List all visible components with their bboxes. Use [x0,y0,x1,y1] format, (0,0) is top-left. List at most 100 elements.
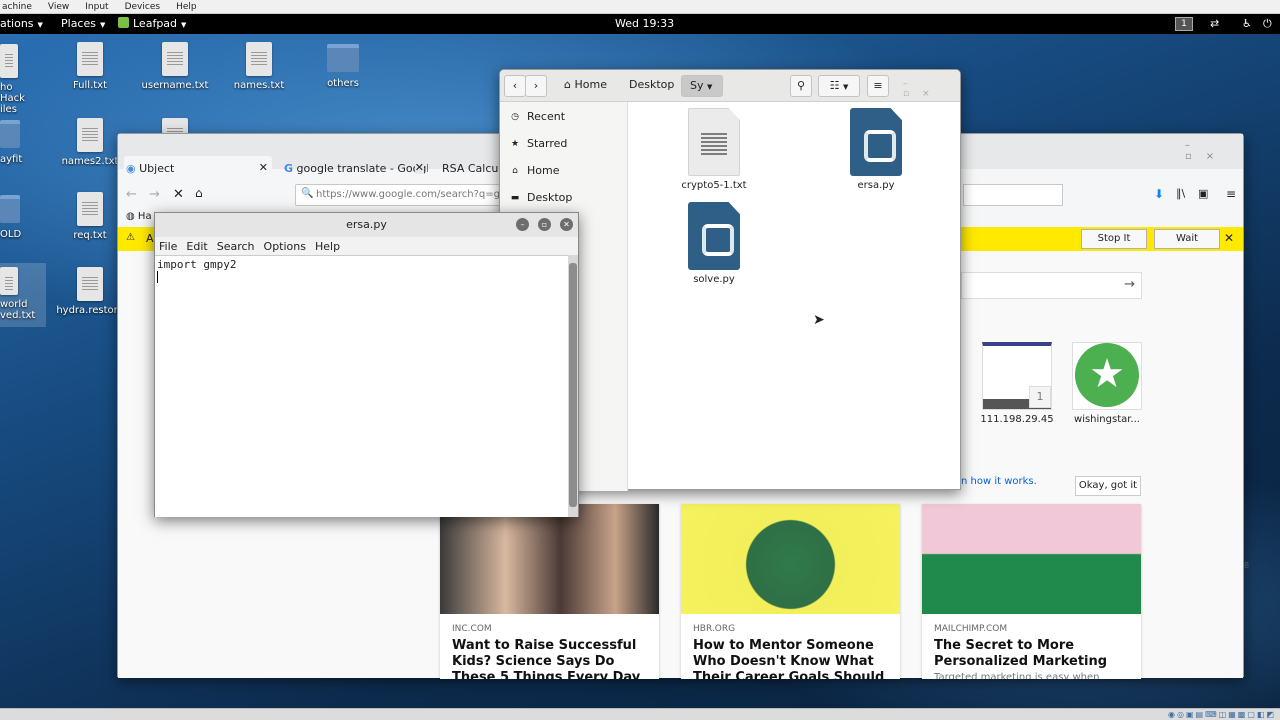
search-icon: 🔍 [301,188,314,199]
top-site-tile-ip[interactable]: 1 [982,342,1052,410]
desktop-icon-old[interactable]: OLD [0,195,40,240]
tab-google-translate[interactable]: G google translate - Google ✕ [282,156,428,180]
tab-ubject[interactable]: ◉ Ubject ✕ [124,156,272,180]
path-desktop-button[interactable]: Desktop [629,78,674,91]
search-bar[interactable] [963,184,1063,206]
close-infobar-icon[interactable]: ✕ [1224,231,1234,245]
view-options-button[interactable]: ☷ ▼ [818,75,860,97]
desktop-icon-world-saved[interactable]: world ved.txt [0,263,46,327]
desktop-icon-names-txt[interactable]: names.txt [224,42,294,91]
path-current-button[interactable]: Sy ▼ [681,75,723,97]
highlight-card-hbr[interactable]: HBR.ORG How to Mentor Someone Who Doesn'… [681,504,900,679]
vbox-status-bar: ◉◎▣▤⌨◫▦▩▢◧◩ [0,708,1280,720]
learn-how-link[interactable]: n how it works. [961,476,1037,487]
file-crypto5-1-txt[interactable]: crypto5-1.txt [674,108,754,191]
sidebar-item-desktop[interactable]: ▬ Desktop [510,191,573,204]
vbox-menu-help[interactable]: Help [174,2,199,12]
tab-label: google translate - Google [296,162,428,175]
search-button[interactable]: ⚲ [790,75,812,97]
clock[interactable]: Wed 19:33 [615,17,674,30]
back-icon[interactable]: ← [126,187,137,202]
stop-it-button[interactable]: Stop It [1081,229,1147,249]
close-icon[interactable]: ✕ [560,218,573,231]
tile-label: 111.198.29.45 [980,414,1054,425]
desktop-icon-others[interactable]: others [308,44,378,89]
menu-options[interactable]: Options [264,240,306,253]
wait-button[interactable]: Wait [1154,229,1220,249]
sidebar-icon[interactable]: ▣ [1198,187,1208,200]
star-icon: ★ [1075,343,1139,407]
back-button[interactable]: ‹ [504,75,526,97]
okay-got-it-button[interactable]: Okay, got it [1075,476,1141,496]
card-image [922,504,1141,614]
menu-file[interactable]: File [159,240,177,253]
sidebar-item-recent[interactable]: ◷ Recent [510,110,565,123]
desktop-icon-hack-files[interactable]: ho Hack iles [0,44,40,115]
path-home-button[interactable]: ⌂ Home [564,78,607,91]
home-icon[interactable]: ⌂ [195,186,203,200]
tab-rsa-calculator[interactable]: RSA Calculat [440,156,500,180]
firefox-window-controls[interactable]: –▫× [1185,140,1243,162]
desktop-icon-hydra-restore[interactable]: hydra.restore [55,267,125,316]
vbox-menu-view[interactable]: View [46,2,71,12]
stop-icon[interactable]: ✕ [173,187,184,202]
maximize-icon[interactable]: ▫ [538,218,551,231]
file-solve-py[interactable]: solve.py [674,202,754,285]
close-tab-icon[interactable]: ✕ [414,161,424,174]
vertical-scrollbar[interactable] [568,255,578,517]
forward-icon[interactable]: → [149,187,160,202]
arrow-right-icon[interactable]: → [1124,277,1135,292]
sidebar-item-starred[interactable]: ★ Starred [510,137,567,150]
library-icon[interactable]: ∥\ [1176,187,1185,200]
network-icon[interactable]: ⇄ [1210,17,1219,30]
accessibility-icon[interactable]: ♿ [1242,17,1252,30]
menu-button[interactable]: ≡ [867,75,889,97]
files-window-controls[interactable]: –▫× [903,79,960,99]
home-icon: ⌂ [512,165,518,176]
vbox-menu-input[interactable]: Input [83,2,110,12]
desktop-icon-label: iles [0,104,17,115]
highlight-card-mailchimp[interactable]: MAILCHIMP.COM The Secret to More Persona… [922,504,1141,679]
minimize-icon[interactable]: – [516,218,529,231]
places-menu[interactable]: Places ▼ [61,17,105,30]
desktop-icon-ayfit[interactable]: ayfit [0,120,40,165]
menu-icon[interactable]: ≡ [1226,187,1236,201]
text-file-icon [162,42,188,76]
url-text: https://www.google.com/search?q=goo [316,189,501,200]
bookmark-item[interactable]: ◍ Ha [126,211,152,222]
activities-menu[interactable]: ations ▼ [0,17,43,30]
text-editor-area[interactable]: import gmpy2 [155,255,568,517]
workspace-indicator[interactable]: 1 [1175,17,1193,31]
menu-edit[interactable]: Edit [186,240,207,253]
vbox-menu-devices[interactable]: Devices [123,2,162,12]
text-file-icon [246,42,272,76]
desktop-icon-full-txt[interactable]: Full.txt [55,42,125,91]
mouse-pointer-icon: ➤ [813,312,825,328]
vbox-menu-machine[interactable]: achine [0,2,34,12]
highlight-card-inc[interactable]: INC.COM Want to Raise Successful Kids? S… [440,504,659,679]
page-search-box[interactable]: → [961,272,1142,299]
file-ersa-py[interactable]: ersa.py [836,108,916,191]
scrollbar-thumb[interactable] [569,263,577,507]
star-icon: ★ [510,138,520,149]
power-icon[interactable]: ⏻ [1263,17,1272,31]
top-site-tile-wishingstar[interactable]: ★ [1072,342,1142,410]
status-icons[interactable]: ◉◎▣▤⌨◫▦▩▢◧◩ [1168,710,1276,719]
sidebar-item-home[interactable]: ⌂ Home [510,164,559,177]
desktop-icon-req-txt[interactable]: req.txt [55,192,125,241]
caret-down-icon: ▼ [99,21,106,29]
menu-help[interactable]: Help [315,240,340,253]
app-menu[interactable]: Leafpad ▼ [118,17,186,30]
desktop-icon-username-txt[interactable]: username.txt [140,42,210,91]
forward-button[interactable]: › [525,75,547,97]
desktop-icon-label: ved.txt [0,310,36,321]
text-file-icon [688,108,740,176]
close-tab-icon[interactable]: ✕ [259,161,268,174]
card-image [681,504,900,614]
download-icon[interactable]: ⬇ [1154,187,1164,201]
menu-search[interactable]: Search [217,240,255,253]
desktop-icon-names2-txt[interactable]: names2.txt [55,118,125,167]
bookmark-icon: ◍ [126,211,135,222]
url-bar[interactable]: 🔍 https://www.google.com/search?q=goo [295,184,501,206]
sidebar-item-label: Home [527,164,560,177]
